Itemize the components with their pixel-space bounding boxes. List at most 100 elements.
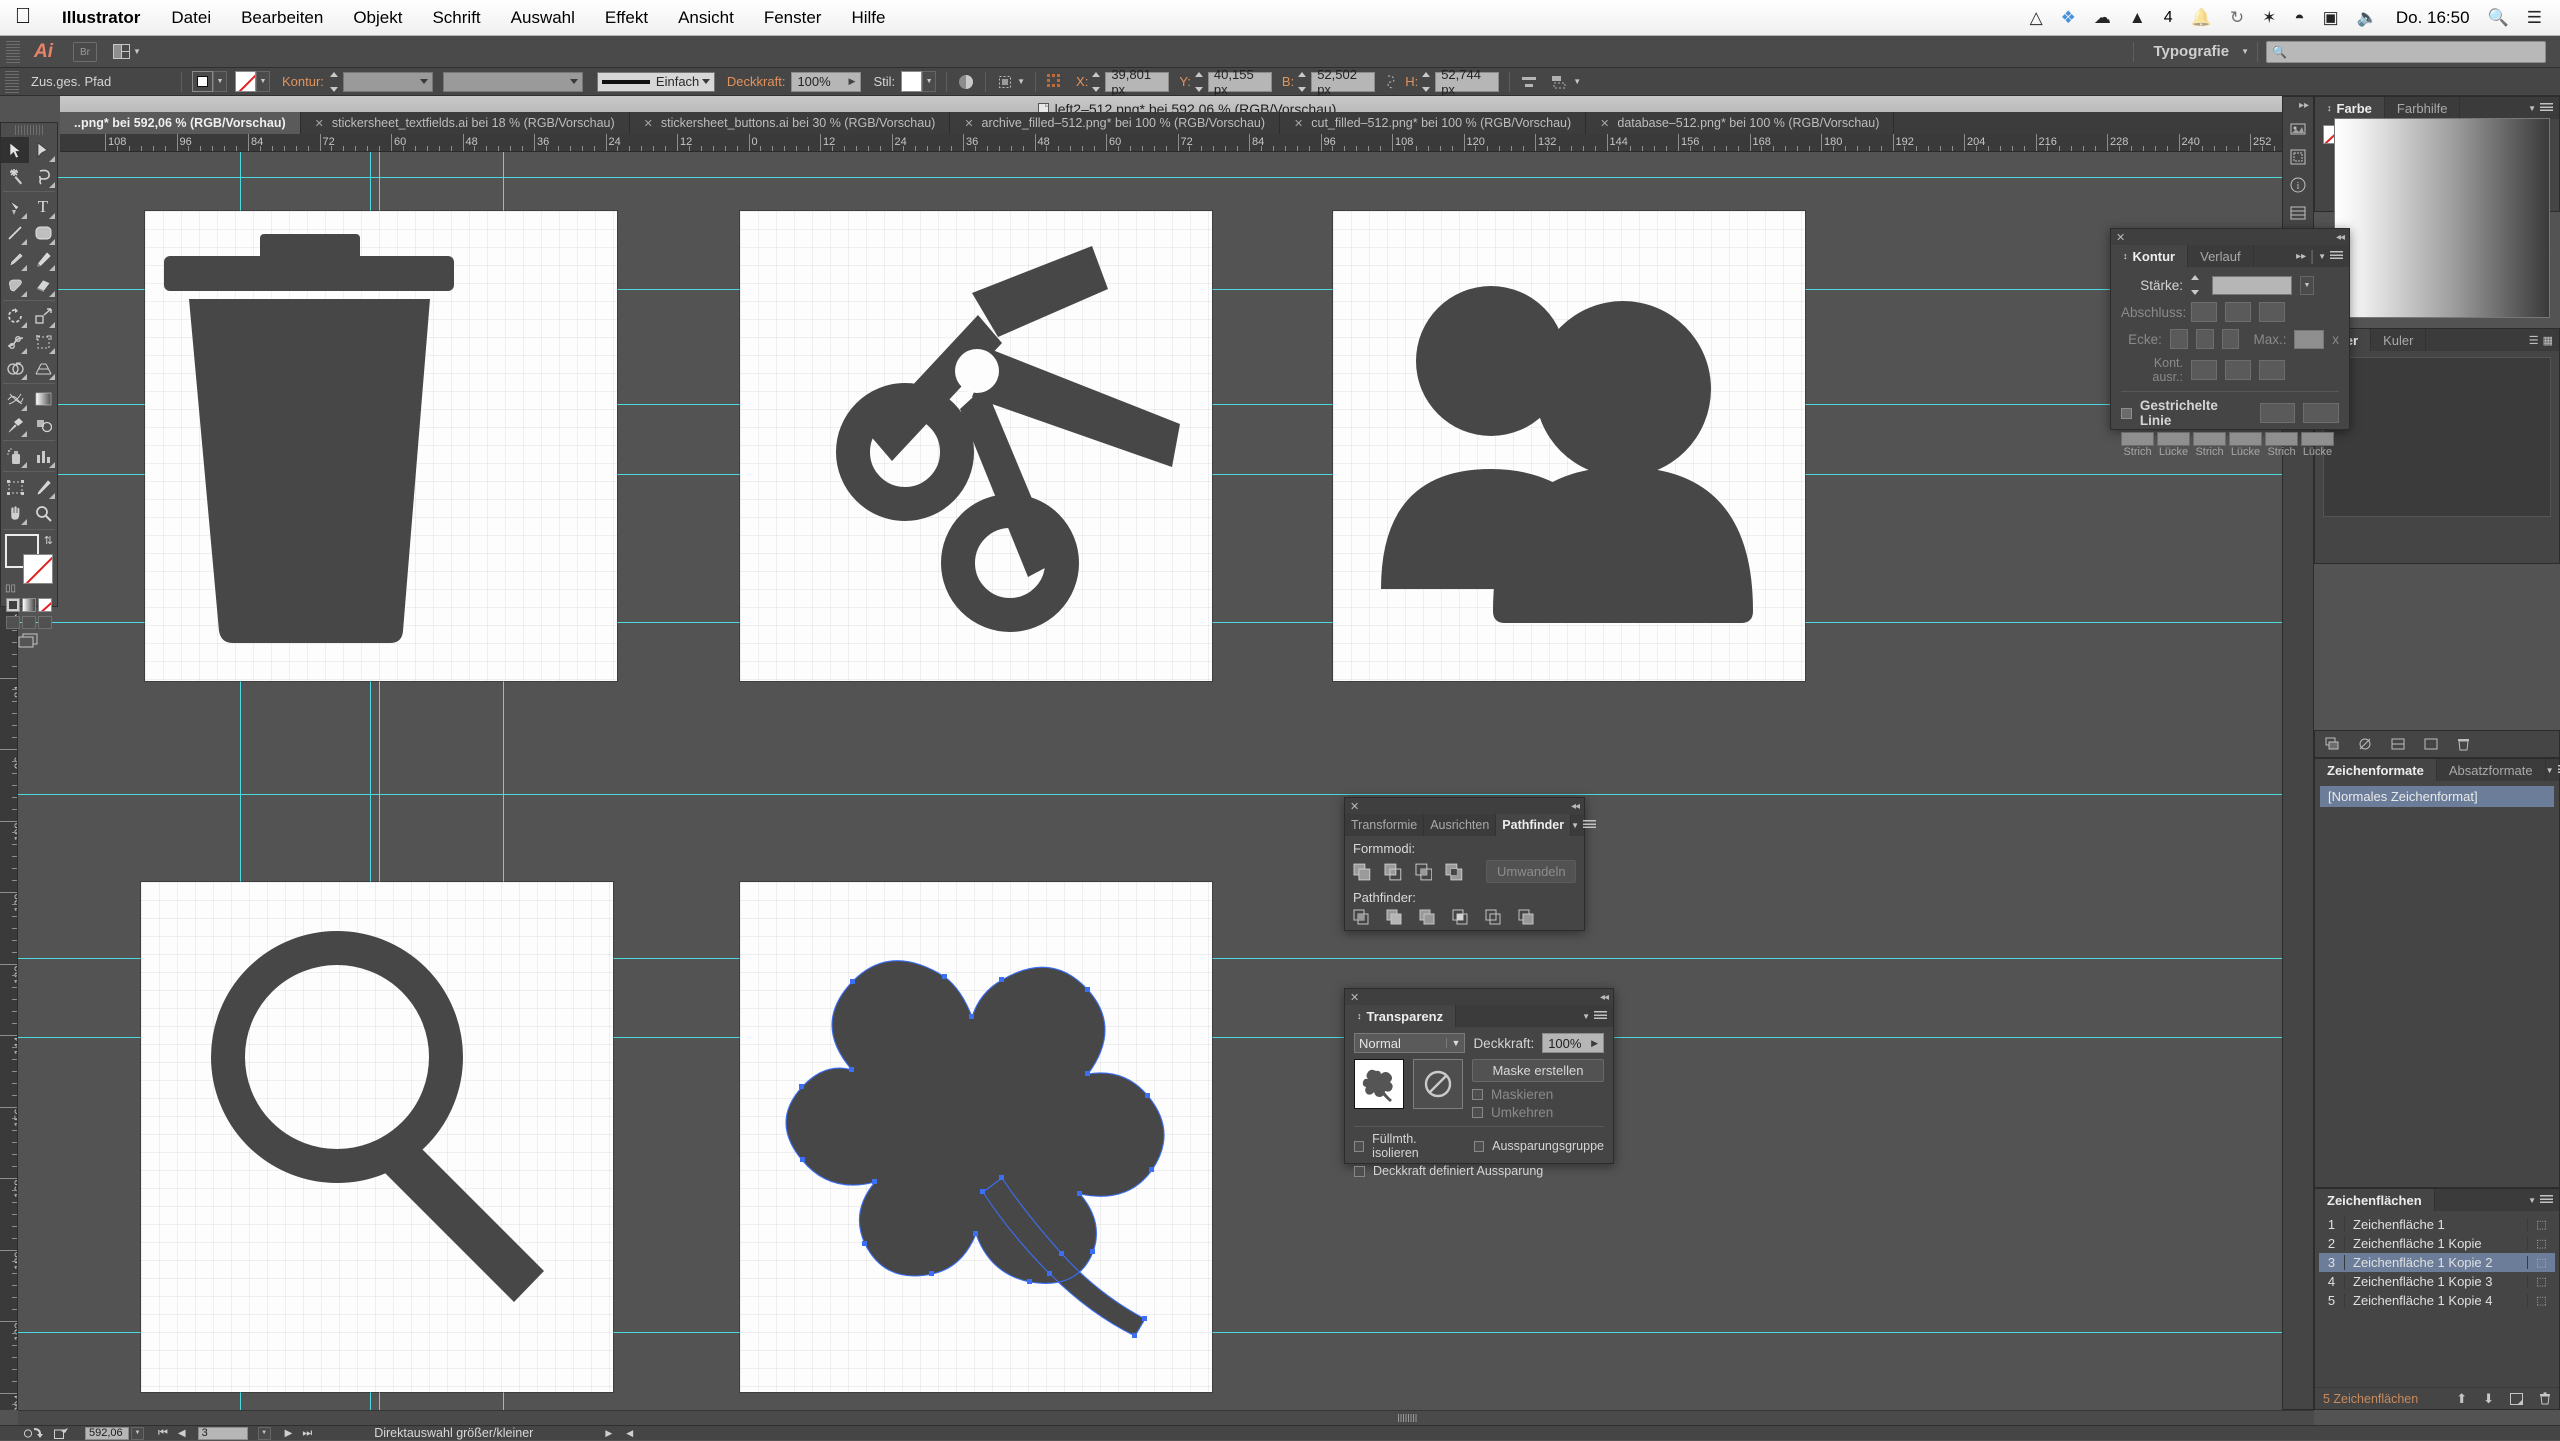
swatches-panel-tabs[interactable]: elder Kuler ☰ ▦	[2315, 329, 2559, 351]
links-panel-icon[interactable]	[2290, 121, 2306, 137]
y-field[interactable]: 40,155 px	[1207, 67, 1272, 97]
gap-input[interactable]	[2301, 432, 2334, 446]
constrain-proportions-icon[interactable]	[1383, 73, 1399, 91]
artboard-tool-icon[interactable]	[1, 474, 29, 500]
transform-icon[interactable]	[996, 73, 1014, 91]
corner-bevel-icon[interactable]	[2221, 329, 2240, 349]
revert-icon[interactable]	[22, 1427, 44, 1439]
magic-wand-tool-icon[interactable]	[1, 163, 29, 189]
tab-pathfinder[interactable]: Pathfinder	[1496, 814, 1572, 836]
line-segment-tool-icon[interactable]	[1, 220, 29, 246]
pathfinder-row[interactable]	[1353, 909, 1576, 926]
character-styles-tabs[interactable]: Zeichenformate Absatzformate ▼	[2315, 759, 2560, 781]
document-tab[interactable]: ✕ stickersheet_buttons.ai bei 30 % (RGB/V…	[630, 112, 951, 134]
menu-objekt[interactable]: Objekt	[338, 8, 417, 28]
tab-verlauf[interactable]: Verlauf	[2188, 245, 2254, 267]
corner-round-icon[interactable]	[2195, 329, 2214, 349]
chevron-right-icon[interactable]: ▶	[849, 76, 856, 87]
stroke-weight-stepper[interactable]	[329, 71, 343, 92]
artboard-name[interactable]: Zeichenfläche 1 Kopie	[2345, 1236, 2527, 1251]
stroke-color-swatch[interactable]	[235, 71, 256, 92]
last-artboard-icon[interactable]: ⏭	[302, 1427, 312, 1440]
navigator-panel-icon[interactable]	[2290, 149, 2306, 165]
panel-menu-caret[interactable]: ▼	[1582, 1012, 1590, 1021]
swatch-list-view-icon[interactable]: ☰	[2529, 334, 2539, 347]
zoom-field[interactable]: 592,06	[85, 1426, 129, 1440]
stroke-panel[interactable]: ✕ ◂◂ ↕ Kontur Verlauf ▸▸ | ▼ Stärke: ▼ A…	[2110, 228, 2350, 458]
arrange-documents-button[interactable]: ▼	[113, 44, 141, 59]
transparency-panel-tabs[interactable]: ↕ Transparenz ▼	[1345, 1005, 1613, 1027]
y-stepper[interactable]	[1194, 71, 1208, 92]
document-tab[interactable]: ✕ database–512.png* bei 100 % (RGB/Vorsch…	[1586, 112, 1895, 134]
artboard-name[interactable]: Zeichenfläche 1 Kopie 3	[2345, 1274, 2527, 1289]
collapse-icon[interactable]: ◂◂	[2336, 232, 2345, 243]
miter-limit-field[interactable]	[2294, 329, 2325, 349]
intersect-icon[interactable]	[1414, 863, 1433, 881]
unite-icon[interactable]	[1353, 863, 1371, 881]
menu-bearbeiten[interactable]: Bearbeiten	[226, 8, 338, 28]
artboard-options-icon[interactable]: ⬚	[2527, 1275, 2555, 1288]
align-icon[interactable]	[1520, 73, 1538, 91]
artboard-number-field[interactable]: 3	[197, 1426, 248, 1440]
opacity-field[interactable]: 100% ▶	[1542, 1033, 1604, 1053]
panel-menu-caret[interactable]: ▼	[2546, 766, 2554, 775]
new-layer-icon[interactable]	[2424, 737, 2439, 751]
horizontal-scrollbar[interactable]	[18, 1410, 2314, 1425]
guide-horizontal[interactable]	[18, 794, 2314, 795]
tab-ausrichten[interactable]: Ausrichten	[1424, 814, 1497, 836]
minus-back-icon[interactable]	[1518, 909, 1535, 926]
color-mode-row[interactable]	[6, 598, 52, 612]
adobe-app-icon[interactable]: ▲	[2129, 8, 2146, 28]
stroke-profile-field[interactable]	[442, 71, 583, 92]
symbol-sprayer-tool-icon[interactable]	[1, 443, 29, 469]
lasso-tool-icon[interactable]	[29, 163, 57, 189]
gap-input[interactable]	[2157, 432, 2190, 446]
drawing-mode-row[interactable]	[6, 616, 52, 629]
mask-thumbnail[interactable]	[1413, 1059, 1463, 1109]
color-spectrum-ramp[interactable]	[2334, 118, 2550, 318]
exclude-icon[interactable]	[1445, 863, 1463, 881]
panel-menu-caret[interactable]: ▼	[2528, 1196, 2536, 1205]
dash-input[interactable]	[2193, 432, 2226, 446]
next-artboard-icon[interactable]: ▶	[285, 1428, 293, 1439]
google-drive-icon[interactable]: △	[2030, 8, 2043, 28]
new-sublayer-icon[interactable]	[2391, 737, 2406, 751]
opacity-field[interactable]: 100% ▶	[791, 71, 862, 92]
share-icon[interactable]	[54, 1427, 69, 1439]
info-panel-icon[interactable]: i	[2290, 177, 2306, 193]
artboard-options-icon[interactable]: ⬚	[2527, 1256, 2555, 1269]
clock[interactable]: Do. 16:50	[2396, 8, 2470, 28]
help-search-field[interactable]	[2286, 44, 2527, 59]
isolate-icon[interactable]	[1046, 73, 1066, 91]
cap-round-icon[interactable]	[2225, 302, 2251, 322]
tab-transparenz[interactable]: ↕ Transparenz	[1345, 1005, 1457, 1027]
tab-kuler[interactable]: Kuler	[2371, 329, 2427, 351]
brush-definition-field[interactable]: Einfach	[596, 71, 715, 92]
move-down-icon[interactable]: ⬇	[2483, 1391, 2494, 1407]
expand-button[interactable]: Umwandeln	[1486, 860, 1576, 883]
delete-layer-icon[interactable]	[2457, 737, 2470, 751]
collapse-icon[interactable]: ◂◂	[1600, 992, 1609, 1003]
four-leaf-clover-icon[interactable]	[740, 882, 1212, 1392]
creative-cloud-icon[interactable]: ☁	[2094, 8, 2111, 28]
direct-selection-tool-icon[interactable]	[29, 137, 57, 163]
character-style-item[interactable]: [Normales Zeichenformat]	[2320, 786, 2554, 807]
close-icon[interactable]: ✕	[1600, 117, 1609, 130]
notification-bell-icon[interactable]: 🔔	[2191, 8, 2212, 28]
panel-menu-caret[interactable]: ▼	[2528, 104, 2536, 113]
artboard-name[interactable]: Zeichenfläche 1 Kopie 4	[2345, 1293, 2527, 1308]
timemachine-icon[interactable]: ↻	[2230, 8, 2244, 28]
swatch-grid-view-icon[interactable]: ▦	[2543, 334, 2553, 347]
clip-checkbox[interactable]	[1472, 1089, 1483, 1100]
opacity-icon[interactable]	[957, 73, 975, 91]
perspective-grid-tool-icon[interactable]	[29, 355, 57, 381]
panel-menu-icon[interactable]	[1583, 820, 1597, 830]
weight-field[interactable]	[2212, 275, 2292, 295]
close-icon[interactable]: ✕	[1350, 991, 1359, 1004]
close-icon[interactable]: ✕	[1294, 117, 1303, 130]
artboard-name[interactable]: Zeichenfläche 1 Kopie 2	[2345, 1255, 2527, 1270]
cap-projecting-icon[interactable]	[2259, 302, 2285, 322]
swatches-list[interactable]	[2323, 357, 2551, 517]
controlbar-grip[interactable]	[5, 70, 19, 93]
first-artboard-icon[interactable]: ⏮	[158, 1427, 168, 1440]
